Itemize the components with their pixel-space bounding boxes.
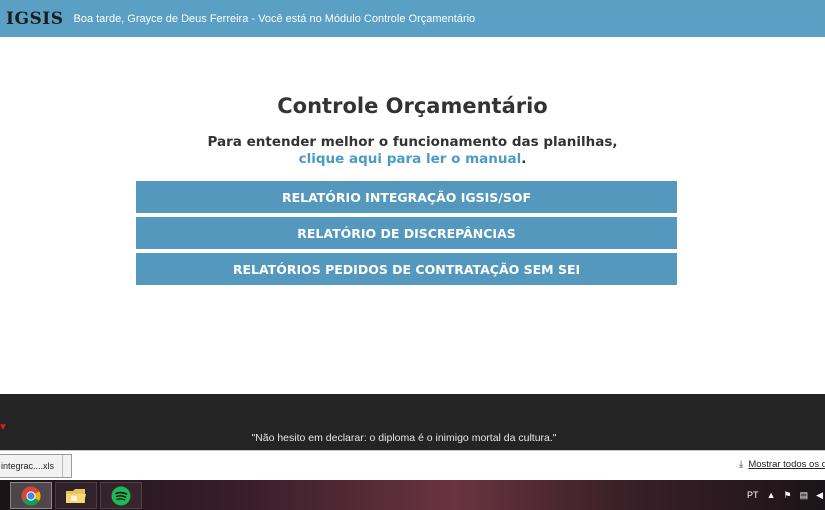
show-all-downloads-link[interactable]: ⤓ Mostrar todos os d: [739, 459, 825, 470]
tray-expand-icon[interactable]: ▲: [767, 490, 776, 500]
report-discrepancies-button[interactable]: RELATÓRIO DE DISCREPÂNCIAS: [136, 217, 677, 249]
taskbar-start-edge[interactable]: [0, 482, 9, 509]
volume-icon[interactable]: ◀: [816, 490, 823, 501]
intro-text: Para entender melhor o funcionamento das…: [0, 134, 825, 168]
intro-sentence: Para entender melhor o funcionamento das…: [207, 134, 618, 150]
taskbar-chrome-button[interactable]: [10, 482, 52, 509]
report-requests-label: RELATÓRIOS PEDIDOS DE CONTRATAÇÃO SEM SE…: [232, 261, 581, 277]
download-options-button[interactable]: [62, 455, 71, 477]
page-footer: ▼ "Não hesito em declarar: o diploma é o…: [0, 394, 825, 450]
system-tray: PT ▲ ⚑ ▤ ◀: [747, 480, 825, 510]
main-content: Controle Orçamentário Para entender melh…: [0, 37, 825, 394]
spotify-icon: [111, 486, 131, 505]
top-header: IGSIS Boa tarde, Grayce de Deus Ferreira…: [0, 0, 825, 37]
taskbar-explorer-button[interactable]: [55, 482, 97, 509]
report-integration-button[interactable]: RELATÓRIO INTEGRAÇÃO IGSIS/SOF: [136, 181, 677, 213]
page-title: Controle Orçamentário: [277, 94, 548, 118]
report-requests-button[interactable]: RELATÓRIOS PEDIDOS DE CONTRATAÇÃO SEM SE…: [136, 253, 677, 285]
show-all-label: Mostrar todos os d: [748, 459, 825, 470]
igsis-logo[interactable]: IGSIS: [6, 9, 63, 29]
language-indicator[interactable]: PT: [747, 490, 759, 500]
greeting-text: Boa tarde, Grayce de Deus Ferreira - Voc…: [73, 12, 476, 25]
footer-quote: "Não hesito em declarar: o diploma é o i…: [251, 432, 557, 444]
network-icon[interactable]: ▤: [800, 490, 809, 501]
download-file-name: integrac....xls: [1, 461, 55, 471]
download-item[interactable]: integrac....xls: [0, 454, 72, 478]
taskbar: PT ▲ ⚑ ▤ ◀: [0, 480, 825, 510]
taskbar-spotify-button[interactable]: [100, 482, 142, 509]
download-icon: ⤓: [738, 459, 744, 470]
download-bar: integrac....xls ⤓ Mostrar todos os d: [0, 450, 825, 480]
report-integration-label: RELATÓRIO INTEGRAÇÃO IGSIS/SOF: [281, 189, 532, 205]
manual-link[interactable]: clique aqui para ler o manual: [299, 151, 522, 167]
intro-period: .: [521, 151, 527, 167]
explorer-icon: [66, 488, 86, 503]
chrome-icon: [21, 486, 41, 506]
report-discrepancies-label: RELATÓRIO DE DISCREPÂNCIAS: [297, 225, 516, 241]
flag-icon[interactable]: ⚑: [783, 490, 791, 501]
